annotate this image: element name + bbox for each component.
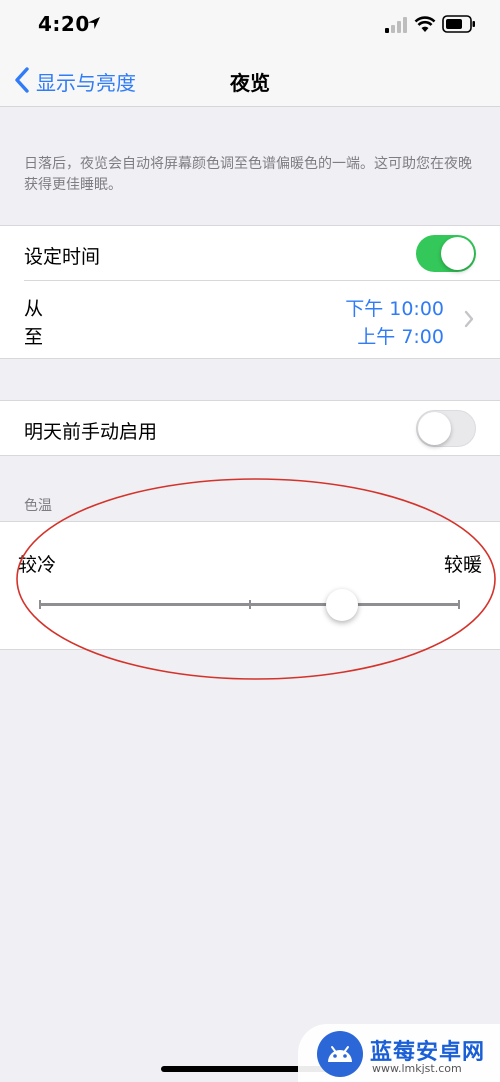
android-logo-icon (317, 1031, 363, 1077)
annotation-ellipse (16, 478, 496, 680)
battery-icon (442, 15, 475, 33)
toggle-knob (418, 412, 451, 445)
to-time-value: 上午 7:00 (357, 326, 444, 348)
schedule-group: 设定时间 从 至 下午 10:00 上午 7:00 (0, 225, 500, 359)
navigation-bar: 夜览 显示与亮度 (0, 50, 500, 107)
from-label: 从 (24, 298, 44, 320)
schedule-time-row[interactable]: 从 至 下午 10:00 上午 7:00 (0, 281, 500, 358)
manual-enable-toggle[interactable] (416, 410, 476, 447)
location-arrow-icon (88, 17, 100, 29)
wifi-icon (414, 16, 436, 32)
scheduled-toggle[interactable] (416, 235, 476, 272)
back-button[interactable]: 显示与亮度 (36, 67, 136, 96)
manual-enable-label: 明天前手动启用 (24, 421, 158, 443)
scheduled-label: 设定时间 (24, 246, 101, 268)
manual-enable-group: 明天前手动启用 (0, 400, 500, 456)
toggle-knob (441, 237, 474, 270)
from-time-value: 下午 10:00 (345, 298, 444, 320)
status-time: 4:20 (38, 12, 90, 36)
night-shift-description: 日落后，夜览会自动将屏幕颜色调至色谱偏暖色的一端。这可助您在夜晚获得更佳睡眠。 (24, 156, 472, 193)
cellular-signal-icon (385, 17, 407, 33)
chevron-right-icon (464, 310, 474, 328)
status-bar: 4:20 (0, 0, 500, 50)
watermark-url: www.lmkjst.com (372, 1062, 462, 1075)
back-chevron-icon[interactable] (14, 67, 30, 93)
to-label: 至 (24, 326, 44, 348)
